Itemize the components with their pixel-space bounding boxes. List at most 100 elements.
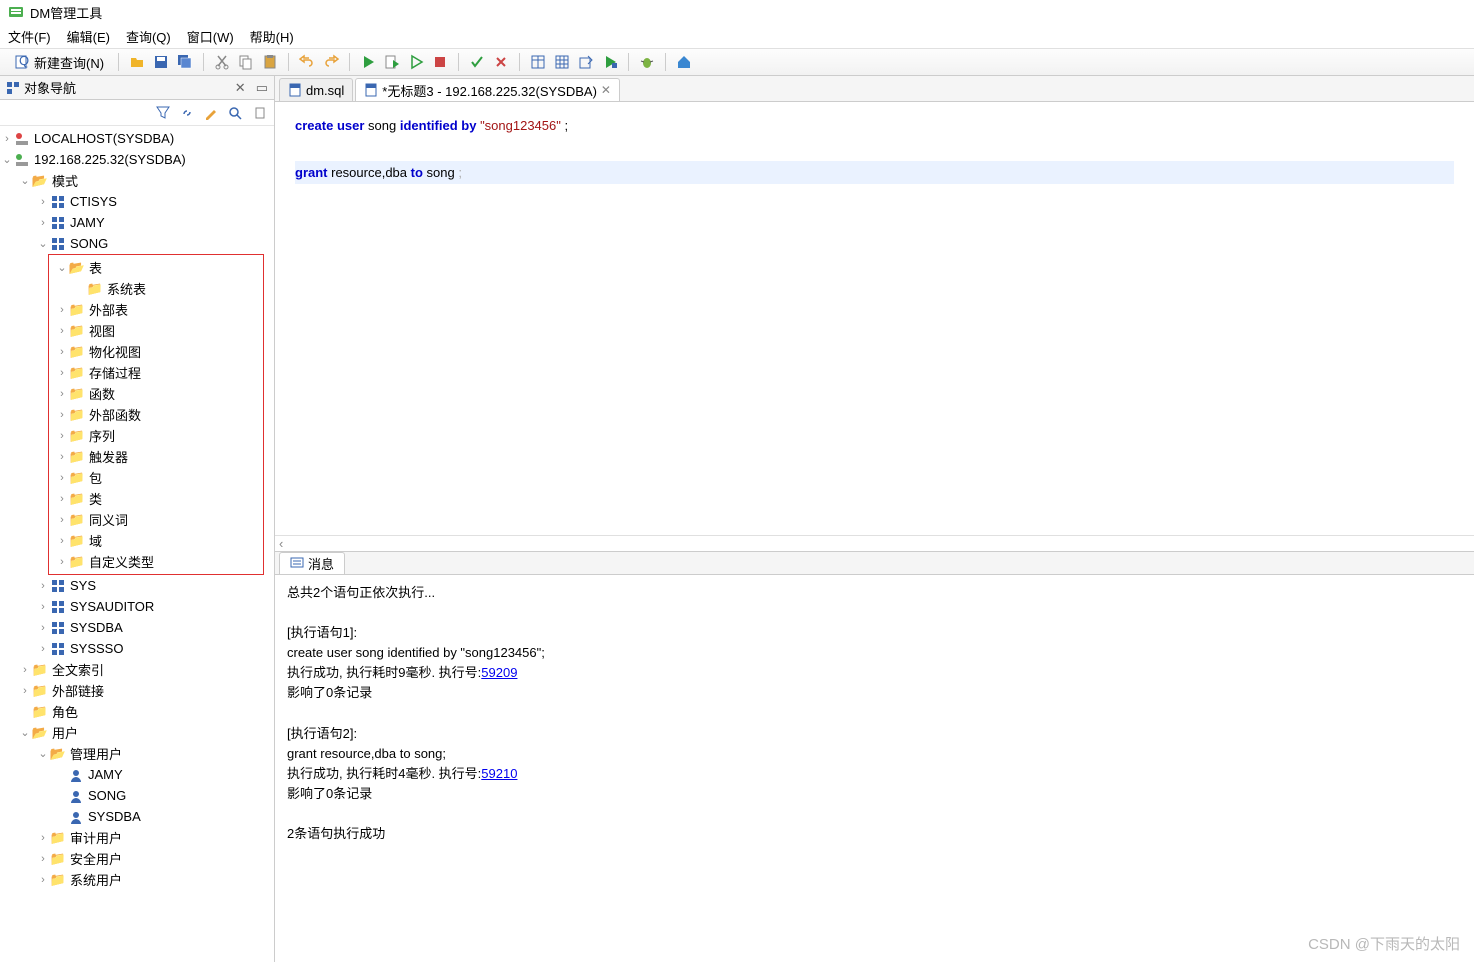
menu-file[interactable]: 文件(F): [8, 27, 51, 46]
undo-icon[interactable]: [297, 52, 317, 72]
menu-edit[interactable]: 编辑(E): [67, 27, 110, 46]
expand-icon[interactable]: [250, 104, 268, 122]
menu-query[interactable]: 查询(Q): [126, 27, 171, 46]
save-all-icon[interactable]: [175, 52, 195, 72]
export-icon[interactable]: [576, 52, 596, 72]
sql-editor[interactable]: create user song identified by "song1234…: [275, 102, 1474, 535]
sidebar-tab: 对象导航 ✕ ▭: [0, 76, 274, 100]
filter-icon[interactable]: [154, 104, 172, 122]
exec-number-link[interactable]: 59210: [481, 766, 517, 781]
stop-icon[interactable]: [430, 52, 450, 72]
redo-icon[interactable]: [321, 52, 341, 72]
tree-item[interactable]: ›📁存储过程: [49, 362, 263, 383]
editor-tab-active[interactable]: *无标题3 - 192.168.225.32(SYSDBA) ✕: [355, 78, 620, 101]
cut-icon[interactable]: [212, 52, 232, 72]
object-tree[interactable]: › LOCALHOST(SYSDBA) ⌄ 192.168.225.32(SYS…: [0, 126, 274, 962]
tree-schema[interactable]: ›SYS: [0, 575, 274, 596]
execute-plan-icon[interactable]: [600, 52, 620, 72]
folder-open-icon: 📂: [32, 173, 48, 189]
folder-icon: 📁: [69, 323, 85, 339]
tree-item[interactable]: ›📁全文索引: [0, 659, 274, 680]
folder-icon: 📁: [69, 512, 85, 528]
folder-icon: 📁: [69, 344, 85, 360]
tree-host[interactable]: › LOCALHOST(SYSDBA): [0, 128, 274, 149]
close-icon[interactable]: ✕: [601, 83, 611, 97]
output-panel[interactable]: 总共2个语句正依次执行... [执行语句1]: create user song…: [275, 575, 1474, 962]
folder-icon: 📁: [69, 554, 85, 570]
horizontal-scrollbar[interactable]: ‹: [275, 535, 1474, 551]
tree-item[interactable]: ›📁外部链接: [0, 680, 274, 701]
tree-host[interactable]: ⌄ 192.168.225.32(SYSDBA): [0, 149, 274, 170]
tree-item[interactable]: ›📁视图: [49, 320, 263, 341]
menu-help[interactable]: 帮助(H): [250, 27, 294, 46]
search-icon[interactable]: [226, 104, 244, 122]
bug-icon[interactable]: [637, 52, 657, 72]
minimize-panel-icon[interactable]: ▭: [256, 80, 268, 96]
grid-icon[interactable]: [552, 52, 572, 72]
tree-user[interactable]: SYSDBA: [0, 806, 274, 827]
edit-icon[interactable]: [202, 104, 220, 122]
table-icon[interactable]: [528, 52, 548, 72]
tree-item[interactable]: ›📁外部函数: [49, 404, 263, 425]
tree-schema[interactable]: ›SYSSSO: [0, 638, 274, 659]
folder-icon: 📁: [32, 662, 48, 678]
new-query-button[interactable]: Q 新建查询(N): [8, 51, 110, 74]
exec-number-link[interactable]: 59209: [481, 665, 517, 680]
editor-tab[interactable]: dm.sql: [279, 78, 353, 101]
tree-item[interactable]: ›📁函数: [49, 383, 263, 404]
tree-schema-song[interactable]: ⌄ SONG: [0, 233, 274, 254]
server-connected-icon: [14, 152, 30, 168]
tree-item[interactable]: ›📁安全用户: [0, 848, 274, 869]
folder-icon: 📁: [69, 491, 85, 507]
tree-item[interactable]: ›📁触发器: [49, 446, 263, 467]
output-line: 执行成功, 执行耗时4毫秒. 执行号:59210: [287, 764, 1462, 784]
tree-tables[interactable]: ⌄📂 表: [49, 257, 263, 278]
close-icon[interactable]: ✕: [235, 80, 246, 96]
tree-schema-root[interactable]: ⌄ 📂 模式: [0, 170, 274, 191]
debug-icon[interactable]: [406, 52, 426, 72]
link-icon[interactable]: [178, 104, 196, 122]
tree-item[interactable]: ›📁物化视图: [49, 341, 263, 362]
paste-icon[interactable]: [260, 52, 280, 72]
tree-user[interactable]: SONG: [0, 785, 274, 806]
tree-user[interactable]: JAMY: [0, 764, 274, 785]
run-script-icon[interactable]: [382, 52, 402, 72]
tree-schema[interactable]: › JAMY: [0, 212, 274, 233]
server-disconnected-icon: [14, 131, 30, 147]
output-line: [执行语句2]:: [287, 724, 1462, 744]
tree-item[interactable]: ›📁同义词: [49, 509, 263, 530]
tree-schema[interactable]: ›SYSDBA: [0, 617, 274, 638]
tree-item[interactable]: ›📁序列: [49, 425, 263, 446]
schema-icon: [50, 194, 66, 210]
output-tabs: 消息: [275, 551, 1474, 575]
copy-icon[interactable]: [236, 52, 256, 72]
save-icon[interactable]: [151, 52, 171, 72]
menu-bar: 文件(F) 编辑(E) 查询(Q) 窗口(W) 帮助(H): [0, 24, 1474, 48]
tree-item[interactable]: ›📁审计用户: [0, 827, 274, 848]
tree-schema[interactable]: › CTISYS: [0, 191, 274, 212]
tree-schema[interactable]: ›SYSAUDITOR: [0, 596, 274, 617]
run-icon[interactable]: [358, 52, 378, 72]
tree-mgmt-users[interactable]: ⌄📂管理用户: [0, 743, 274, 764]
window-title: DM管理工具: [30, 3, 102, 22]
folder-icon: 📁: [50, 830, 66, 846]
tree-item[interactable]: ›📁外部表: [49, 299, 263, 320]
tree-item[interactable]: 📁角色: [0, 701, 274, 722]
commit-icon[interactable]: [467, 52, 487, 72]
menu-window[interactable]: 窗口(W): [187, 27, 234, 46]
home-icon[interactable]: [674, 52, 694, 72]
tree-item[interactable]: ›📁类: [49, 488, 263, 509]
tree-item[interactable]: ›📁域: [49, 530, 263, 551]
folder-open-icon: 📂: [69, 260, 85, 276]
tree-item[interactable]: ›📁包: [49, 467, 263, 488]
tree-item[interactable]: ›📁自定义类型: [49, 551, 263, 572]
tree-users[interactable]: ⌄📂用户: [0, 722, 274, 743]
output-line: 影响了0条记录: [287, 683, 1462, 703]
sidebar: 对象导航 ✕ ▭ › LOCALHOST(SYSDBA) ⌄ 192.168.2…: [0, 76, 275, 962]
open-icon[interactable]: [127, 52, 147, 72]
rollback-icon[interactable]: [491, 52, 511, 72]
watermark: CSDN @下雨天的太阳: [1308, 933, 1460, 954]
output-tab-messages[interactable]: 消息: [279, 552, 345, 574]
tree-system-tables[interactable]: 📁 系统表: [49, 278, 263, 299]
tree-item[interactable]: ›📁系统用户: [0, 869, 274, 890]
